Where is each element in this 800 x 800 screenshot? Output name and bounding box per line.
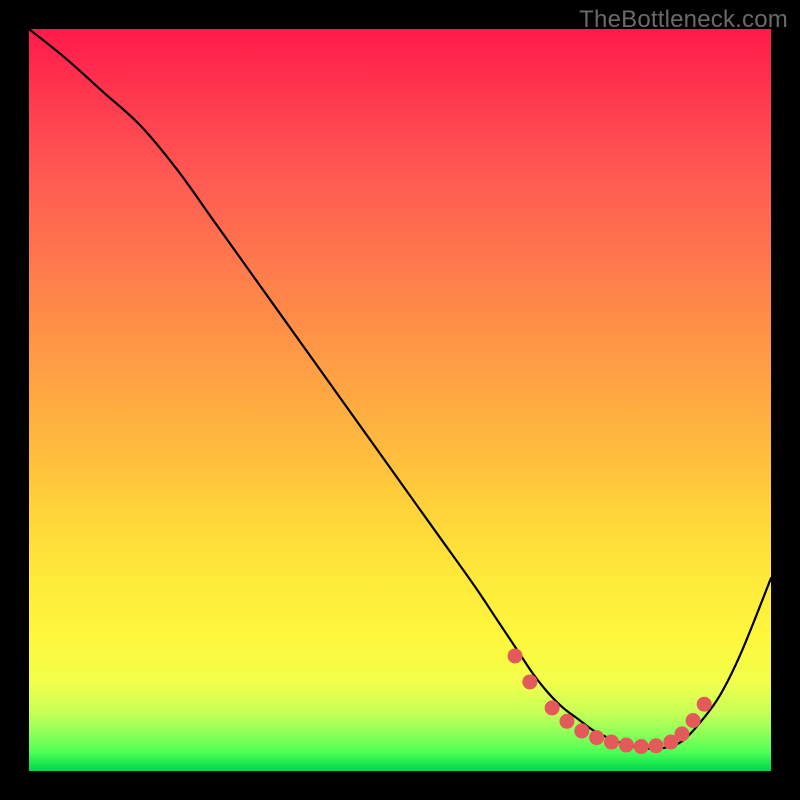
chart-frame: TheBottleneck.com xyxy=(0,0,800,800)
marker-dot xyxy=(574,723,589,738)
marker-dot xyxy=(619,738,634,753)
chart-svg xyxy=(29,29,771,771)
marker-dot xyxy=(697,697,712,712)
marker-dot xyxy=(648,738,663,753)
watermark-text: TheBottleneck.com xyxy=(579,6,788,34)
marker-dot xyxy=(674,726,689,741)
marker-dot xyxy=(634,739,649,754)
marker-dot xyxy=(545,700,560,715)
marker-dots xyxy=(508,648,712,754)
marker-dot xyxy=(604,735,619,750)
marker-dot xyxy=(522,674,537,689)
marker-dot xyxy=(686,713,701,728)
bottleneck-curve xyxy=(29,29,771,749)
marker-dot xyxy=(589,730,604,745)
plot-area xyxy=(29,29,771,771)
marker-dot xyxy=(508,648,523,663)
marker-dot xyxy=(559,714,574,729)
